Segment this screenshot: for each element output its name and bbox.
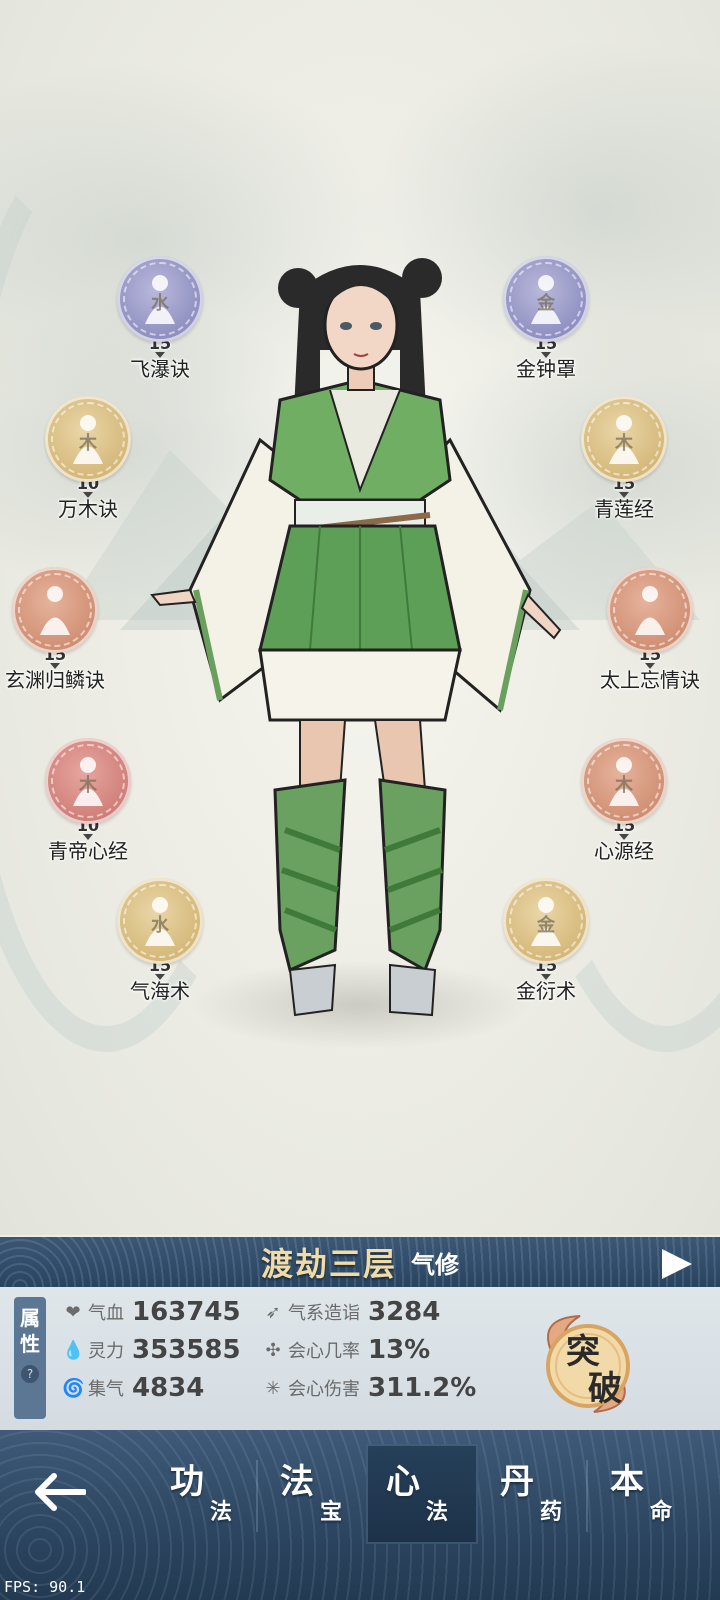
skill-name: 心源经 (594, 839, 654, 863)
attributes-tab-label: 属 (20, 1306, 40, 1330)
skill-orb: 木 (45, 738, 131, 824)
tab-label: 本 (610, 1462, 644, 1502)
tab-label: 丹 (500, 1462, 534, 1502)
breakthrough-label: 突 (566, 1332, 600, 1372)
fps-counter: FPS: 90.1 (4, 1578, 86, 1596)
element-glyph: 水 (151, 293, 169, 315)
tab-label: 心 (386, 1462, 420, 1502)
stat-label: 会心伤害 (288, 1379, 360, 1400)
tab-fabao[interactable]: 法 宝 (260, 1444, 372, 1544)
stat-value: 353585 (132, 1335, 241, 1365)
stat-value: 163745 (132, 1297, 241, 1327)
stat-crit-damage: ✳ 会心伤害 311.2% (262, 1370, 476, 1406)
play-icon[interactable] (662, 1249, 692, 1279)
breakthrough-button[interactable]: 突 破 (530, 1308, 642, 1420)
skill-xuanyuan[interactable]: 15 玄渊归鳞诀 (0, 567, 115, 691)
tab-label: 功 (170, 1462, 204, 1502)
skill-orb: 木 (581, 738, 667, 824)
skill-orb: 木 (45, 396, 131, 482)
stat-label: 气系造诣 (288, 1303, 360, 1324)
swirl-icon: 🌀 (62, 1377, 85, 1399)
attributes-tab[interactable]: 属 性 ? (14, 1297, 46, 1419)
element-glyph: 木 (615, 433, 633, 455)
skill-orb: 木 (581, 396, 667, 482)
meditating-figure-icon (40, 586, 70, 635)
tab-label: 药 (540, 1500, 563, 1525)
skill-xinyuan[interactable]: 木 15 心源经 (564, 738, 684, 862)
element-glyph: 金 (537, 915, 555, 937)
realm-type: 气修 (411, 1250, 459, 1279)
skill-qingdi[interactable]: 木 10 青帝心经 (28, 738, 148, 862)
back-arrow-icon[interactable] (34, 1472, 86, 1512)
element-glyph: 木 (79, 433, 97, 455)
skill-jinzhong[interactable]: 金 15 金钟罩 (486, 256, 606, 380)
attributes-tab-label: 性 (20, 1332, 40, 1356)
skill-jinyan[interactable]: 金 15 金衍术 (486, 878, 606, 1002)
stat-label: 会心几率 (288, 1341, 360, 1362)
breakthrough-label: 破 (588, 1369, 622, 1409)
stat-spirit: 💧 灵力 353585 (62, 1332, 241, 1368)
skill-name: 万木诀 (58, 497, 118, 521)
wing-icon: ➶ (265, 1301, 281, 1323)
stat-label: 灵力 (88, 1341, 124, 1362)
skill-qihai[interactable]: 水 15 气海术 (100, 878, 220, 1002)
stat-hp: ❤ 气血 163745 (62, 1294, 241, 1330)
critical-icon: ✣ (265, 1339, 281, 1361)
skill-orb: 金 (503, 256, 589, 342)
skill-feipu[interactable]: 水 15 飞瀑诀 (100, 256, 220, 380)
skill-orb: 水 (117, 256, 203, 342)
skill-name: 金衍术 (516, 979, 576, 1003)
heart-icon: ❤ (65, 1301, 81, 1323)
skill-name: 青帝心经 (48, 839, 128, 863)
stat-value: 3284 (368, 1297, 441, 1327)
skill-orb: 金 (503, 878, 589, 964)
skill-name: 飞瀑诀 (130, 357, 190, 381)
element-glyph: 木 (615, 775, 633, 797)
skill-orb (12, 567, 98, 653)
element-glyph: 水 (151, 915, 169, 937)
stat-label: 集气 (88, 1379, 124, 1400)
tab-label: 命 (650, 1500, 673, 1525)
skill-name: 气海术 (130, 979, 190, 1003)
skill-wanmu[interactable]: 木 10 万木诀 (28, 396, 148, 520)
burst-icon: ✳ (265, 1377, 281, 1399)
stat-gather: 🌀 集气 4834 (62, 1370, 204, 1406)
stat-value: 4834 (132, 1373, 205, 1403)
tab-divider (586, 1460, 588, 1532)
tab-label: 法 (426, 1500, 449, 1525)
character-scene: 水 15 飞瀑诀 木 10 万木诀 15 玄渊归鳞诀 木 10 青帝心经 水 1… (0, 0, 720, 1235)
tab-label: 宝 (320, 1500, 343, 1525)
realm-title: 渡劫三层 (260, 1245, 397, 1283)
element-glyph: 金 (537, 293, 555, 315)
help-icon[interactable]: ? (21, 1365, 39, 1383)
skill-taishang[interactable]: 15 太上忘情诀 (590, 567, 710, 691)
tab-benming[interactable]: 本 命 (590, 1444, 702, 1544)
skill-name: 金钟罩 (516, 357, 576, 381)
droplet-icon: 💧 (62, 1339, 85, 1361)
tab-xinfa[interactable]: 心 法 (366, 1444, 478, 1544)
stat-value: 311.2% (368, 1373, 477, 1403)
tab-divider (256, 1460, 258, 1532)
skill-orb: 水 (117, 878, 203, 964)
bottom-nav: 功 法 法 宝 心 法 丹 药 本 命 (0, 1430, 720, 1600)
skill-name: 玄渊归鳞诀 (5, 668, 105, 692)
skill-orb (607, 567, 693, 653)
stat-crit-rate: ✣ 会心几率 13% (262, 1332, 430, 1368)
tab-label: 法 (280, 1462, 314, 1502)
realm-bar: 渡劫三层 气修 (0, 1237, 720, 1287)
stat-label: 气血 (88, 1303, 124, 1324)
tab-label: 法 (210, 1500, 233, 1525)
skill-qinglian[interactable]: 木 15 青莲经 (564, 396, 684, 520)
element-glyph: 木 (79, 775, 97, 797)
breakthrough-emblem-icon: 突 破 (546, 1315, 630, 1413)
skill-name: 太上忘情诀 (600, 668, 700, 692)
stat-qi-mastery: ➶ 气系造诣 3284 (262, 1294, 440, 1330)
tab-gongfa[interactable]: 功 法 (150, 1444, 262, 1544)
stat-value: 13% (368, 1335, 431, 1365)
skill-name: 青莲经 (594, 497, 654, 521)
meditating-figure-icon (635, 586, 665, 635)
tab-danyao[interactable]: 丹 药 (480, 1444, 592, 1544)
